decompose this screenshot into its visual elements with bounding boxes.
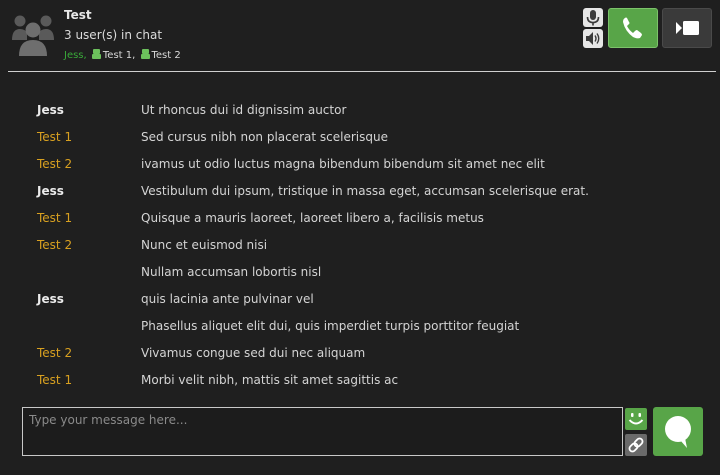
message-text: ivamus ut odio luctus magna bibendum bib… [141, 157, 545, 171]
participant-self: Jess, [64, 50, 87, 61]
message-text: Sed cursus nibh non placerat scelerisque [141, 130, 389, 144]
speaker-button[interactable] [583, 29, 603, 48]
message-text: Nunc et euismod nisi [141, 238, 268, 252]
user-status-icon [91, 49, 101, 59]
message-sender: Test 2 [37, 238, 73, 252]
message-row: Test 2 ivamus ut odio luctus magna biben… [0, 151, 720, 178]
smiley-icon [628, 413, 644, 425]
emoji-button[interactable] [625, 408, 647, 430]
message-row: Test 1 Sed cursus nibh non placerat scel… [0, 124, 720, 151]
video-camera-icon [676, 21, 699, 35]
participant-name: Test 1, [102, 50, 136, 61]
send-button[interactable] [653, 407, 703, 456]
phone-icon [623, 17, 642, 39]
message-sender: Test 1 [37, 373, 73, 387]
video-call-button[interactable] [662, 8, 712, 48]
user-status-icon [140, 49, 150, 59]
message-row: Test 2 Vivamus congue sed dui nec aliqua… [0, 340, 720, 367]
voice-call-button[interactable] [608, 8, 658, 48]
message-row: Jess quis lacinia ante pulvinar vel [0, 286, 720, 313]
chat-header: Test 3 user(s) in chat Jess, Test 1, Tes… [0, 0, 720, 72]
message-text: Ut rhoncus dui id dignissim auctor [141, 103, 347, 117]
message-text: Morbi velit nibh, mattis sit amet sagitt… [141, 373, 399, 387]
message-sender: Test 2 [37, 346, 73, 360]
message-text: Vestibulum dui ipsum, tristique in massa… [141, 184, 589, 198]
message-input-box[interactable] [22, 407, 623, 456]
message-row: Test 1 Quisque a mauris laoreet, laoreet… [0, 205, 720, 232]
microphone-button[interactable] [583, 8, 603, 27]
speech-bubble-icon [665, 416, 691, 448]
message-text: quis lacinia ante pulvinar vel [141, 292, 314, 306]
message-row: Nullam accumsan lobortis nisl [0, 259, 720, 286]
message-sender: Test 2 [37, 157, 73, 171]
message-text: Quisque a mauris laoreet, laoreet libero… [141, 211, 484, 225]
speaker-icon [586, 32, 600, 45]
participant-list: Jess, Test 1, Test 2 [64, 49, 181, 61]
message-row: Jess Vestibulum dui ipsum, tristique in … [0, 178, 720, 205]
user-count: 3 user(s) in chat [64, 28, 163, 42]
message-list: Jess Ut rhoncus dui id dignissim auctor … [0, 97, 720, 394]
message-sender: Jess [37, 292, 64, 306]
message-sender: Test 1 [37, 211, 73, 225]
chat-title: Test [64, 8, 92, 22]
header-divider [8, 71, 716, 72]
attach-button[interactable] [625, 434, 647, 456]
message-row: Test 1 Morbi velit nibh, mattis sit amet… [0, 367, 720, 394]
message-sender: Jess [37, 184, 64, 198]
participant-name: Test 2 [151, 50, 181, 61]
group-avatar-icon [12, 10, 54, 56]
message-input[interactable] [23, 408, 622, 432]
paperclip-icon [628, 437, 644, 453]
message-row: Jess Ut rhoncus dui id dignissim auctor [0, 97, 720, 124]
message-sender: Test 1 [37, 130, 73, 144]
message-text: Vivamus congue sed dui nec aliquam [141, 346, 366, 360]
message-text: Phasellus aliquet elit dui, quis imperdi… [141, 319, 520, 333]
message-sender: Jess [37, 103, 64, 117]
message-row: Test 2 Nunc et euismod nisi [0, 232, 720, 259]
message-text: Nullam accumsan lobortis nisl [141, 265, 322, 279]
microphone-icon [586, 10, 600, 26]
message-row: Phasellus aliquet elit dui, quis imperdi… [0, 313, 720, 340]
